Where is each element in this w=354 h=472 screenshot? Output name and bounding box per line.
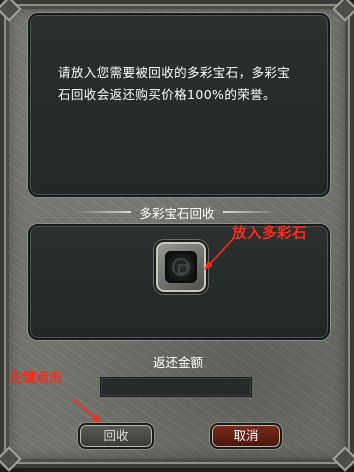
gem-slot-well <box>165 251 197 283</box>
description-text: 请放入您需要被回收的多彩宝石，多彩宝石回收会返还购买价格100%的荣誉。 <box>58 65 291 102</box>
return-amount-field <box>100 377 252 397</box>
annotation-left-click: 左键点击 <box>10 371 63 386</box>
section-title: 多彩宝石回收 <box>139 206 215 221</box>
recycle-button[interactable]: 回收 <box>78 423 154 449</box>
return-amount-label: 返还金额 <box>152 355 203 370</box>
cancel-button[interactable]: 取消 <box>210 423 282 449</box>
corner-ornament <box>332 0 354 22</box>
annotation-place-gem: 放入多彩石 <box>232 226 307 242</box>
annotation-arrow-place <box>204 237 235 270</box>
corner-ornament <box>0 0 22 22</box>
gem-slot-icon <box>172 258 190 276</box>
